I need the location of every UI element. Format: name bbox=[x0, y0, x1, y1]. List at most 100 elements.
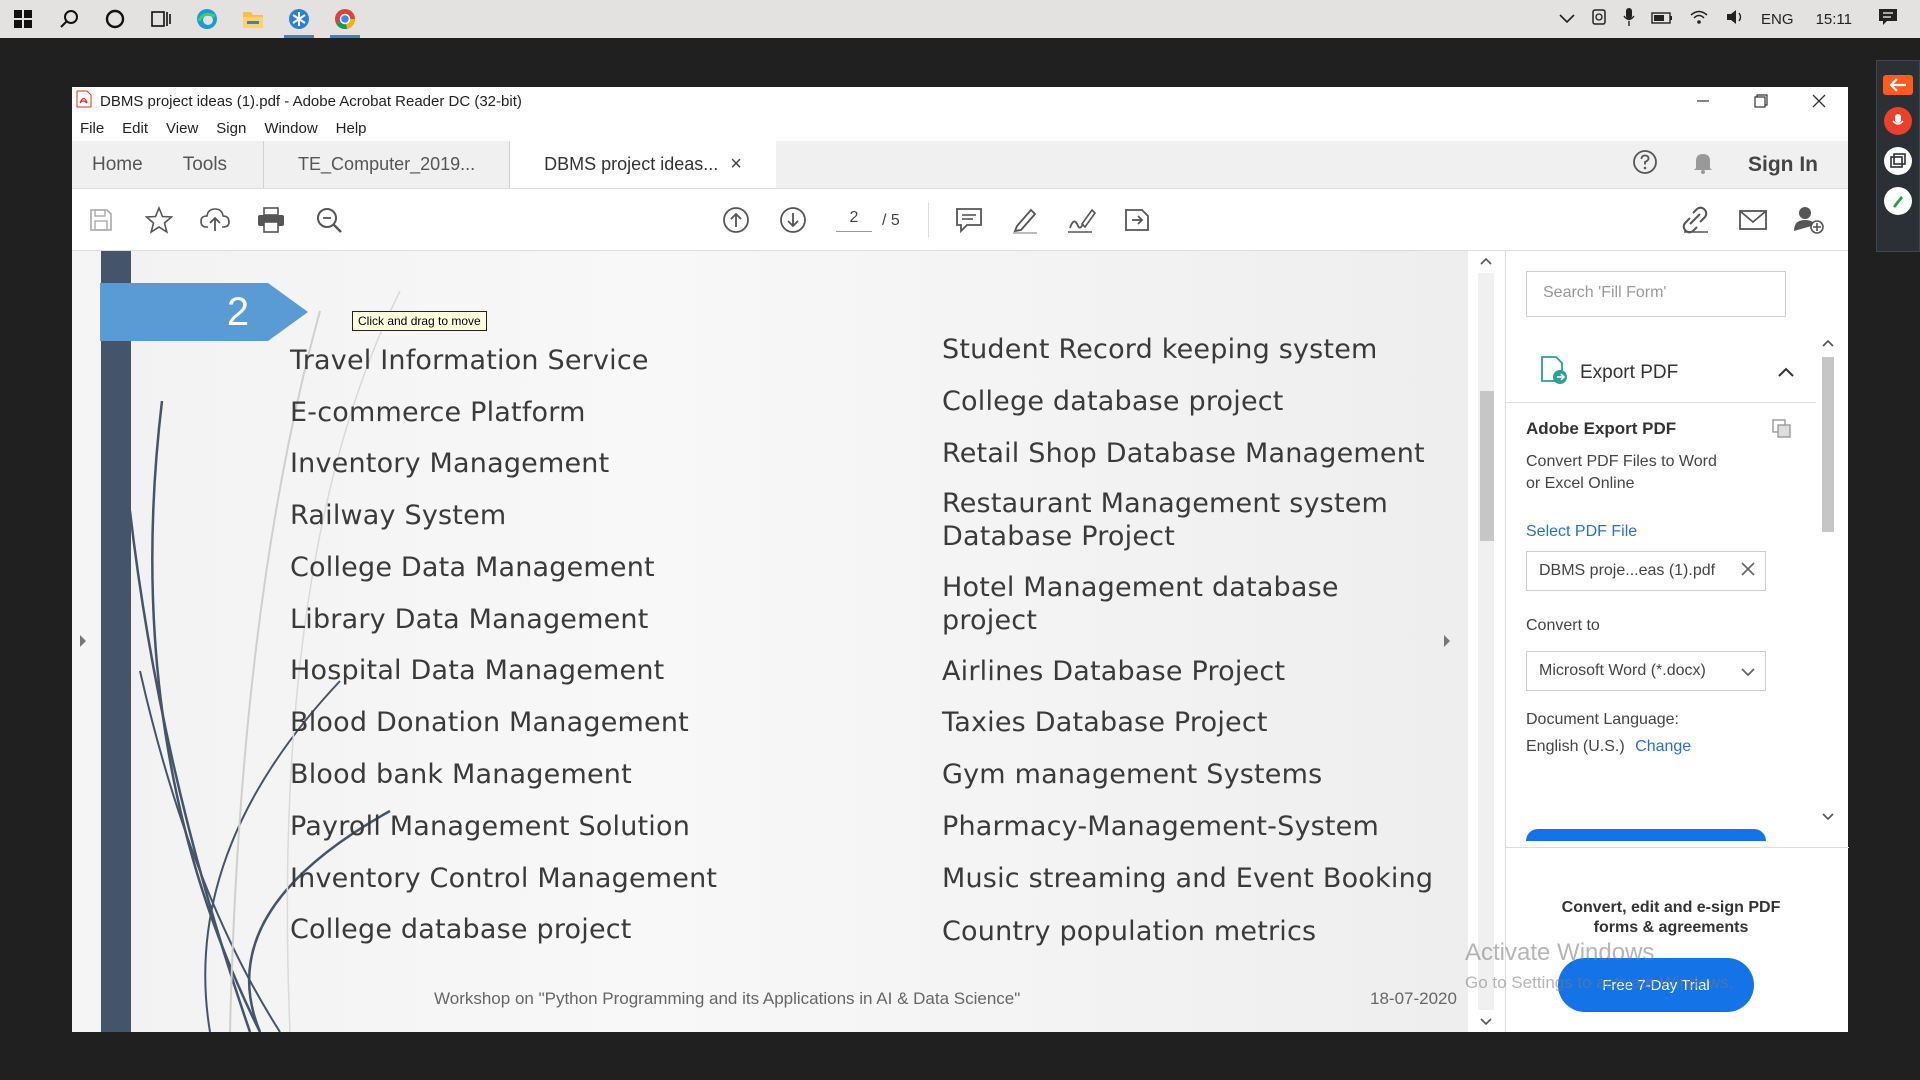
watermark-line1: Activate Windows bbox=[1465, 939, 1655, 966]
list-item: Blood bank Management bbox=[290, 759, 632, 790]
list-item: Restaurant Management system bbox=[942, 488, 1389, 519]
scroll-thumb[interactable] bbox=[1480, 391, 1494, 541]
document-language-label: Document Language: bbox=[1526, 711, 1679, 728]
slide-number: 2 bbox=[226, 290, 250, 334]
battery-icon[interactable] bbox=[1643, 11, 1681, 28]
list-item: College database project bbox=[290, 914, 632, 945]
convert-format-value: Microsoft Word (*.docx) bbox=[1539, 662, 1706, 679]
fill-form-search-input[interactable]: Search 'Fill Form' bbox=[1526, 271, 1786, 317]
pen-button[interactable] bbox=[1884, 187, 1912, 215]
tools-pane: Search 'Fill Form' Export PDF Adobe Expo… bbox=[1505, 251, 1849, 1032]
file-explorer-taskbar-button[interactable] bbox=[230, 0, 276, 38]
floating-tool-strip bbox=[1876, 60, 1920, 252]
convert-to-label: Convert to bbox=[1526, 617, 1600, 634]
activate-windows-watermark: Activate Windows Go to Settings to activ… bbox=[1465, 938, 1733, 998]
notification-icon[interactable] bbox=[1866, 8, 1920, 30]
list-item: Railway System bbox=[290, 500, 507, 531]
list-item: Airlines Database Project bbox=[942, 656, 1286, 687]
list-item-continued: Database Project bbox=[942, 521, 1175, 552]
selected-file-field[interactable]: DBMS proje...eas (1).pdf bbox=[1526, 551, 1766, 591]
promo-text: Convert, edit and e-sign PDF forms & agr… bbox=[1526, 898, 1816, 938]
right-pane-toggle-icon bbox=[1444, 635, 1450, 647]
caret-right-icon bbox=[80, 635, 86, 647]
scroll-up-icon bbox=[1480, 257, 1492, 265]
search-button[interactable] bbox=[46, 0, 92, 38]
scroll-down-icon bbox=[1822, 813, 1834, 821]
list-item: Retail Shop Database Management bbox=[942, 438, 1425, 469]
windows-icon bbox=[14, 10, 32, 28]
pdf-page: 2 Click and drag to move Travel Informat… bbox=[100, 251, 1468, 1032]
list-item: Country population metrics bbox=[942, 916, 1317, 947]
list-item: Inventory Management bbox=[290, 448, 610, 479]
export-pdf-title: Export PDF bbox=[1580, 361, 1679, 383]
edge-taskbar-button[interactable] bbox=[184, 0, 230, 38]
edge-icon bbox=[197, 9, 217, 29]
watermark-line2: Go to Settings to activate Windows. bbox=[1465, 973, 1734, 992]
screen-button[interactable] bbox=[1884, 147, 1912, 175]
mic-icon bbox=[1892, 114, 1904, 125]
task-view-icon bbox=[151, 11, 171, 27]
document-viewport: 2 Click and drag to move Travel Informat… bbox=[72, 251, 1505, 1032]
record-button[interactable] bbox=[1884, 107, 1912, 135]
wifi-icon[interactable] bbox=[1681, 9, 1717, 29]
list-item: College Data Management bbox=[290, 552, 655, 583]
folder-icon bbox=[243, 12, 263, 28]
convert-format-select[interactable]: Microsoft Word (*.docx) bbox=[1526, 651, 1766, 691]
selected-file-name: DBMS proje...eas (1).pdf bbox=[1539, 562, 1716, 579]
document-language-value: English (U.S.) bbox=[1526, 738, 1625, 755]
pen-icon bbox=[1893, 196, 1903, 208]
document-language-row: English (U.S.) Change bbox=[1526, 738, 1691, 756]
export-pdf-header[interactable]: Export PDF bbox=[1506, 343, 1816, 403]
clock[interactable]: 15:11 bbox=[1802, 11, 1866, 28]
scroll-down-icon bbox=[1480, 1018, 1492, 1026]
list-item: Travel Information Service bbox=[290, 345, 649, 376]
copy-icon[interactable] bbox=[1772, 419, 1794, 444]
collapse-arrow-button[interactable] bbox=[1883, 75, 1913, 95]
list-item: Payroll Management Solution bbox=[290, 811, 691, 842]
language-indicator[interactable]: ENG bbox=[1753, 11, 1802, 28]
drag-hint-tooltip: Click and drag to move bbox=[352, 311, 487, 331]
slide-left-band bbox=[101, 251, 131, 1032]
list-item: College database project bbox=[942, 386, 1284, 417]
list-item: Inventory Control Management bbox=[290, 863, 718, 894]
scroll-track[interactable] bbox=[1478, 273, 1494, 1010]
cortana-button[interactable] bbox=[92, 0, 138, 38]
tools-pane-scrollbar[interactable] bbox=[1816, 335, 1838, 825]
chrome-icon bbox=[335, 9, 355, 29]
start-button[interactable] bbox=[0, 0, 46, 38]
list-item-continued: project bbox=[942, 605, 1038, 636]
select-pdf-file-link[interactable]: Select PDF File bbox=[1526, 523, 1637, 541]
window-stack-icon bbox=[1890, 153, 1906, 168]
scroll-thumb[interactable] bbox=[1822, 357, 1834, 532]
document-scrollbar[interactable] bbox=[1444, 251, 1505, 1032]
slide-footer-date: 18-07-2020 bbox=[1370, 989, 1457, 1008]
list-item: Student Record keeping system bbox=[942, 334, 1378, 365]
list-item: Hospital Data Management bbox=[290, 655, 665, 686]
list-item: Hotel Management database bbox=[942, 572, 1339, 603]
chevron-up-icon[interactable] bbox=[1551, 11, 1583, 28]
change-language-link[interactable]: Change bbox=[1635, 738, 1691, 755]
export-pdf-icon bbox=[1540, 355, 1568, 391]
list-item: Blood Donation Management bbox=[290, 707, 689, 738]
search-icon bbox=[60, 10, 78, 28]
window-body: 2 Click and drag to move Travel Informat… bbox=[72, 87, 1849, 1032]
export-description-line1: Convert PDF Files to Word bbox=[1526, 453, 1717, 470]
microphone-icon[interactable] bbox=[1615, 7, 1643, 31]
list-item: E-commerce Platform bbox=[290, 397, 586, 428]
list-item: Gym management Systems bbox=[942, 759, 1323, 790]
snowflake-app-icon bbox=[289, 9, 309, 29]
task-view-button[interactable] bbox=[138, 0, 184, 38]
device-icon[interactable] bbox=[1583, 8, 1615, 30]
volume-icon[interactable] bbox=[1717, 9, 1753, 29]
chevron-up-icon[interactable] bbox=[1778, 361, 1794, 383]
clear-file-icon[interactable] bbox=[1741, 562, 1755, 581]
snip-taskbar-button[interactable] bbox=[276, 0, 322, 38]
chrome-taskbar-button[interactable] bbox=[322, 0, 368, 38]
list-item: Music streaming and Event Booking bbox=[942, 863, 1434, 894]
list-item: Pharmacy-Management-System bbox=[942, 811, 1379, 842]
left-panel-toggle[interactable] bbox=[72, 251, 100, 1032]
arrow-left-icon bbox=[1889, 78, 1906, 92]
convert-button-partial[interactable] bbox=[1526, 829, 1766, 841]
cortana-icon bbox=[105, 9, 125, 29]
list-item: Library Data Management bbox=[290, 604, 649, 635]
